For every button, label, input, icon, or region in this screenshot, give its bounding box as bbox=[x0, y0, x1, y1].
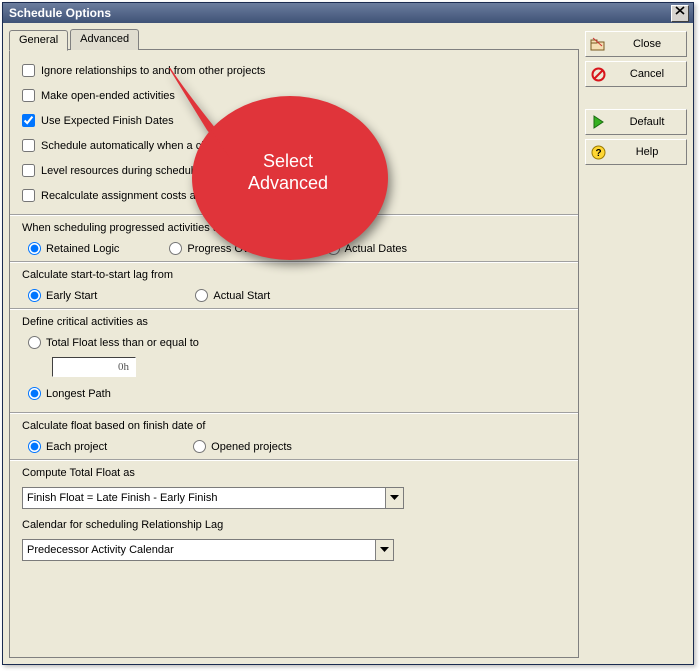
radio-longest-path-input[interactable] bbox=[28, 387, 41, 400]
radio-retained-logic-input[interactable] bbox=[28, 242, 41, 255]
separator bbox=[10, 214, 578, 216]
cb-ignore-relationships[interactable]: Ignore relationships to and from other p… bbox=[22, 64, 566, 77]
cb-level-resources[interactable]: Level resources during scheduling bbox=[22, 164, 566, 177]
play-icon bbox=[590, 114, 606, 130]
cb-open-ended-label: Make open-ended activities bbox=[41, 90, 175, 102]
dialog-body: General Advanced Ignore relationships to… bbox=[3, 23, 693, 664]
cb-ignore-relationships-input[interactable] bbox=[22, 64, 35, 77]
radio-actual-start-input[interactable] bbox=[195, 289, 208, 302]
titlebar-close-button[interactable] bbox=[671, 5, 689, 22]
close-button-label: Close bbox=[612, 38, 682, 50]
cb-recalc-costs-input[interactable] bbox=[22, 189, 35, 202]
radio-progress-override-label: Progress Override bbox=[187, 243, 276, 255]
cb-auto-schedule[interactable]: Schedule automatically when a change bbox=[22, 139, 566, 152]
help-button-label: Help bbox=[612, 146, 682, 158]
label-critical: Define critical activities as bbox=[22, 316, 566, 328]
titlebar: Schedule Options bbox=[3, 3, 693, 23]
chevron-down-icon[interactable] bbox=[385, 488, 403, 508]
main-column: General Advanced Ignore relationships to… bbox=[9, 29, 579, 658]
radio-actual-dates-input[interactable] bbox=[327, 242, 340, 255]
cb-open-ended-input[interactable] bbox=[22, 89, 35, 102]
cb-auto-schedule-label: Schedule automatically when a change bbox=[41, 140, 232, 152]
combo-compute-float[interactable]: Finish Float = Late Finish - Early Finis… bbox=[22, 487, 404, 509]
radio-early-start-label: Early Start bbox=[46, 290, 97, 302]
cb-expected-finish-label: Use Expected Finish Dates bbox=[41, 115, 174, 127]
radio-actual-dates[interactable]: Actual Dates bbox=[327, 242, 407, 255]
close-folder-icon bbox=[590, 36, 606, 52]
radiogroup-sched-progressed: Retained Logic Progress Override Actual … bbox=[28, 242, 566, 255]
label-compute-float: Compute Total Float as bbox=[22, 467, 566, 479]
radio-early-start-input[interactable] bbox=[28, 289, 41, 302]
close-button[interactable]: Close bbox=[585, 31, 687, 57]
cb-open-ended[interactable]: Make open-ended activities bbox=[22, 89, 566, 102]
cancel-button[interactable]: Cancel bbox=[585, 61, 687, 87]
cb-recalc-costs-label: Recalculate assignment costs after s bbox=[41, 190, 220, 202]
label-sched-progressed: When scheduling progressed activities us… bbox=[22, 222, 566, 234]
cb-level-resources-input[interactable] bbox=[22, 164, 35, 177]
radio-progress-override[interactable]: Progress Override bbox=[169, 242, 276, 255]
radio-opened-projects-input[interactable] bbox=[193, 440, 206, 453]
radio-retained-logic-label: Retained Logic bbox=[46, 243, 119, 255]
radio-retained-logic[interactable]: Retained Logic bbox=[28, 242, 119, 255]
tab-general[interactable]: General bbox=[9, 30, 68, 51]
cb-level-resources-label: Level resources during scheduling bbox=[41, 165, 208, 177]
cancel-button-label: Cancel bbox=[612, 68, 682, 80]
separator bbox=[10, 261, 578, 263]
cb-expected-finish-input[interactable] bbox=[22, 114, 35, 127]
tab-general-label: General bbox=[19, 34, 58, 46]
default-button[interactable]: Default bbox=[585, 109, 687, 135]
combo-compute-float-value: Finish Float = Late Finish - Early Finis… bbox=[23, 488, 385, 508]
panel-general: Ignore relationships to and from other p… bbox=[9, 49, 579, 658]
radio-actual-dates-label: Actual Dates bbox=[345, 243, 407, 255]
tabstrip: General Advanced bbox=[9, 29, 579, 50]
schedule-options-dialog: Schedule Options General Advanced Ig bbox=[2, 2, 694, 665]
radio-total-float-lte-label: Total Float less than or equal to bbox=[46, 337, 199, 349]
radio-progress-override-input[interactable] bbox=[169, 242, 182, 255]
radio-longest-path[interactable]: Longest Path bbox=[28, 387, 566, 400]
help-icon: ? bbox=[590, 144, 606, 160]
close-icon bbox=[675, 6, 685, 15]
radiogroup-lag-from: Early Start Actual Start bbox=[28, 289, 566, 302]
radio-each-project[interactable]: Each project bbox=[28, 440, 107, 453]
cancel-icon bbox=[590, 66, 606, 82]
radio-actual-start[interactable]: Actual Start bbox=[195, 289, 270, 302]
radio-actual-start-label: Actual Start bbox=[213, 290, 270, 302]
total-float-value-field[interactable] bbox=[52, 357, 136, 377]
window-title: Schedule Options bbox=[9, 4, 111, 22]
separator bbox=[10, 459, 578, 461]
help-button[interactable]: ? Help bbox=[585, 139, 687, 165]
label-calendar-lag: Calendar for scheduling Relationship Lag bbox=[22, 519, 566, 531]
radio-opened-projects-label: Opened projects bbox=[211, 441, 292, 453]
tab-advanced-label: Advanced bbox=[80, 33, 129, 45]
cb-recalc-costs[interactable]: Recalculate assignment costs after s bbox=[22, 189, 566, 202]
separator bbox=[10, 412, 578, 414]
cb-expected-finish[interactable]: Use Expected Finish Dates bbox=[22, 114, 566, 127]
combo-calendar-lag-value: Predecessor Activity Calendar bbox=[23, 540, 375, 560]
separator bbox=[10, 308, 578, 310]
radio-each-project-label: Each project bbox=[46, 441, 107, 453]
radio-longest-path-label: Longest Path bbox=[46, 388, 111, 400]
tab-advanced[interactable]: Advanced bbox=[70, 29, 139, 50]
radio-early-start[interactable]: Early Start bbox=[28, 289, 97, 302]
label-lag-from: Calculate start-to-start lag from bbox=[22, 269, 566, 281]
sidebar: Close Cancel Default bbox=[585, 29, 687, 658]
radio-each-project-input[interactable] bbox=[28, 440, 41, 453]
combo-calendar-lag[interactable]: Predecessor Activity Calendar bbox=[22, 539, 394, 561]
radiogroup-float-based: Each project Opened projects bbox=[28, 440, 566, 453]
svg-text:?: ? bbox=[595, 148, 601, 159]
radio-total-float-lte[interactable]: Total Float less than or equal to bbox=[28, 336, 566, 349]
chevron-down-icon[interactable] bbox=[375, 540, 393, 560]
default-button-label: Default bbox=[612, 116, 682, 128]
radio-total-float-lte-input[interactable] bbox=[28, 336, 41, 349]
radio-opened-projects[interactable]: Opened projects bbox=[193, 440, 292, 453]
label-float-based: Calculate float based on finish date of bbox=[22, 420, 566, 432]
cb-ignore-relationships-label: Ignore relationships to and from other p… bbox=[41, 65, 265, 77]
cb-auto-schedule-input[interactable] bbox=[22, 139, 35, 152]
